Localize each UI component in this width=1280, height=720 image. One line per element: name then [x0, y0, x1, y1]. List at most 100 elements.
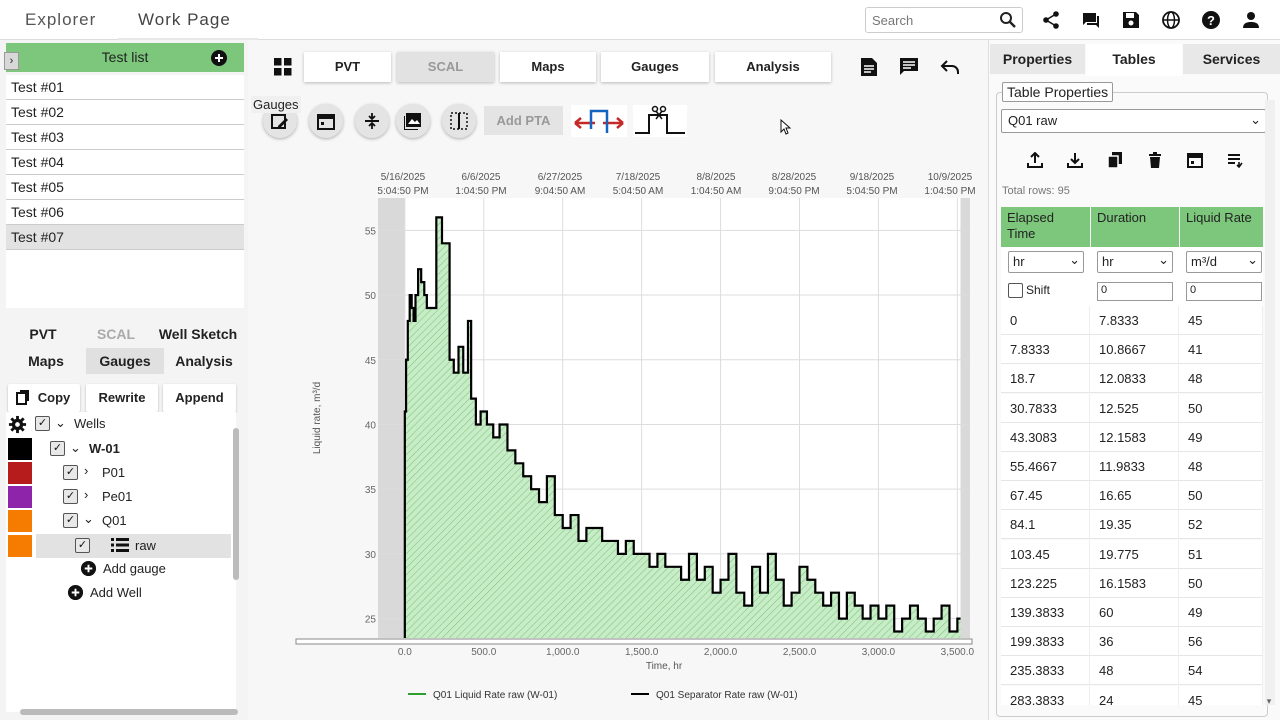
- q01-checkbox[interactable]: ✓: [63, 513, 78, 528]
- chevron-down-icon[interactable]: ⌄: [55, 415, 66, 431]
- scroll-down-icon[interactable]: ▾: [1260, 696, 1278, 706]
- table-row[interactable]: 55.4667 11.9833 48: [1001, 452, 1263, 481]
- nav-well-sketch[interactable]: Well Sketch: [152, 321, 244, 347]
- table-cell[interactable]: 84.1: [1001, 510, 1090, 540]
- tab-analysis[interactable]: Analysis: [715, 52, 831, 82]
- table-cell[interactable]: 30.7833: [1001, 393, 1090, 423]
- shift-duration-input[interactable]: 0: [1097, 282, 1173, 301]
- tree-leaf-raw[interactable]: raw: [135, 538, 156, 553]
- table-cell[interactable]: 19.35: [1090, 510, 1179, 540]
- table-cell[interactable]: 48: [1179, 364, 1263, 394]
- tab-work-page[interactable]: Work Page: [118, 0, 258, 40]
- table-cell[interactable]: 36: [1090, 627, 1179, 657]
- chevron-down-icon[interactable]: ⌄: [70, 440, 81, 456]
- nav-scal[interactable]: SCAL: [80, 321, 152, 347]
- table-cell[interactable]: 67.45: [1001, 481, 1090, 511]
- nav-analysis[interactable]: Analysis: [164, 348, 244, 374]
- add-gauge-link[interactable]: Add gauge: [103, 561, 166, 576]
- tab-properties[interactable]: Properties: [990, 44, 1085, 74]
- table-cell[interactable]: 50: [1179, 481, 1263, 511]
- add-pta-button[interactable]: Add PTA: [484, 106, 563, 135]
- add-test-icon[interactable]: [210, 49, 228, 67]
- tree-gauge-pe01[interactable]: Pe01: [102, 489, 132, 504]
- tree-gauge-q01[interactable]: Q01: [102, 513, 127, 528]
- table-row[interactable]: 43.3083 12.1583 49: [1001, 422, 1263, 452]
- nav-maps[interactable]: Maps: [6, 348, 86, 374]
- table-row[interactable]: 199.3833 36 56: [1001, 627, 1263, 657]
- tab-services[interactable]: Services: [1183, 44, 1280, 74]
- table-cell[interactable]: 103.45: [1001, 539, 1090, 569]
- table-row[interactable]: 123.225 16.1583 50: [1001, 568, 1263, 598]
- list-item-test-04[interactable]: Test #04: [6, 150, 244, 175]
- table-row[interactable]: 30.7833 12.525 50: [1001, 393, 1263, 423]
- table-row[interactable]: 18.7 12.0833 48: [1001, 364, 1263, 394]
- grid-view-icon[interactable]: [274, 58, 292, 76]
- table-select[interactable]: Q01 raw ⌄: [1001, 109, 1266, 133]
- tree-scrollbar-vertical[interactable]: [233, 428, 239, 580]
- table-scrollbar[interactable]: [1265, 100, 1275, 705]
- save-icon[interactable]: [1121, 10, 1141, 30]
- list-item-test-02[interactable]: Test #02: [6, 100, 244, 125]
- search-icon[interactable]: [999, 11, 1017, 29]
- chevron-right-icon[interactable]: ›: [84, 463, 88, 478]
- table-cell[interactable]: 18.7: [1001, 364, 1090, 394]
- tab-scal[interactable]: SCAL: [397, 52, 494, 82]
- table-row[interactable]: 67.45 16.65 50: [1001, 481, 1263, 511]
- table-cell[interactable]: 199.3833: [1001, 627, 1090, 657]
- add-gauge-icon[interactable]: [80, 560, 97, 577]
- tree-leaf-raw-row[interactable]: [36, 534, 231, 558]
- chevron-right-icon[interactable]: ›: [84, 487, 88, 502]
- user-icon[interactable]: [1241, 10, 1261, 30]
- well-color-swatch[interactable]: [8, 438, 32, 460]
- table-cell[interactable]: 10.8667: [1090, 335, 1179, 365]
- comment-icon[interactable]: [900, 58, 918, 76]
- table-cell[interactable]: 54: [1179, 656, 1263, 686]
- table-cell[interactable]: 41: [1179, 335, 1263, 365]
- table-cell[interactable]: 50: [1179, 393, 1263, 423]
- table-cell[interactable]: 56: [1179, 627, 1263, 657]
- list-item-test-05[interactable]: Test #05: [6, 175, 244, 200]
- shift-arrows-icon[interactable]: [571, 105, 627, 137]
- p01-color-swatch[interactable]: [8, 462, 32, 484]
- table-row[interactable]: 84.1 19.35 52: [1001, 510, 1263, 540]
- col-header-elapsed-time[interactable]: Elapsed Time: [1001, 207, 1090, 247]
- settings-gear-icon[interactable]: [8, 415, 27, 434]
- list-item-test-03[interactable]: Test #03: [6, 125, 244, 150]
- table-cell[interactable]: 12.0833: [1090, 364, 1179, 394]
- help-icon[interactable]: ?: [1201, 10, 1221, 30]
- tab-pvt[interactable]: PVT: [304, 52, 391, 82]
- pe01-color-swatch[interactable]: [8, 486, 32, 508]
- tree-well-w01[interactable]: W-01: [89, 441, 120, 456]
- raw-color-swatch[interactable]: [8, 535, 32, 557]
- sort-list-icon[interactable]: [1227, 152, 1244, 168]
- table-cell[interactable]: 11.9833: [1090, 452, 1179, 481]
- table-cell[interactable]: 52: [1179, 510, 1263, 540]
- nav-pvt[interactable]: PVT: [6, 321, 80, 347]
- rate-chart[interactable]: 0.0 500.0 1,000.0 1,500.0 2,000.0 2,500.0 3,00…: [250, 165, 985, 710]
- table-cell[interactable]: 12.1583: [1090, 422, 1179, 452]
- unit-select-liquid-rate[interactable]: m³/d ⌄: [1186, 251, 1262, 273]
- chat-icon[interactable]: [1081, 10, 1101, 30]
- chevron-down-icon[interactable]: ⌄: [83, 511, 94, 527]
- table-row[interactable]: 235.3833 48 54: [1001, 656, 1263, 686]
- table-row[interactable]: 7.8333 10.8667 41: [1001, 335, 1263, 365]
- p01-checkbox[interactable]: ✓: [63, 465, 78, 480]
- table-cell[interactable]: 235.3833: [1001, 656, 1090, 686]
- table-cell[interactable]: 16.1583: [1090, 568, 1179, 598]
- table-cell[interactable]: 50: [1179, 568, 1263, 598]
- undo-icon[interactable]: [940, 58, 960, 76]
- share-icon[interactable]: [1041, 10, 1061, 30]
- rewrite-button[interactable]: Rewrite: [86, 384, 158, 412]
- append-button[interactable]: Append: [163, 384, 236, 412]
- calendar-icon[interactable]: [1187, 152, 1203, 168]
- tree-gauge-p01[interactable]: P01: [102, 465, 125, 480]
- table-cell[interactable]: 45: [1179, 306, 1263, 335]
- table-cell[interactable]: 49: [1179, 422, 1263, 452]
- raw-checkbox[interactable]: ✓: [75, 538, 90, 553]
- globe-icon[interactable]: [1161, 10, 1181, 30]
- tab-explorer[interactable]: Explorer: [25, 0, 105, 40]
- upload-icon[interactable]: [1027, 152, 1043, 168]
- wells-checkbox[interactable]: ✓: [35, 416, 50, 431]
- table-cell[interactable]: 24: [1090, 685, 1179, 705]
- table-cell[interactable]: 16.65: [1090, 481, 1179, 511]
